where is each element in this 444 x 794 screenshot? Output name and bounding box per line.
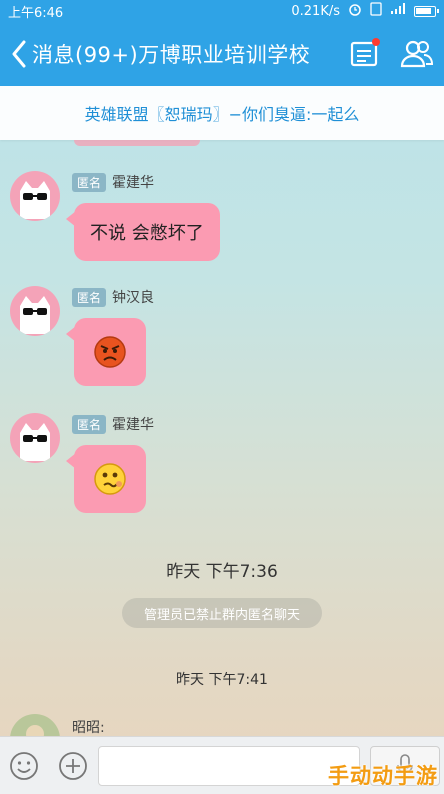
message-text: 不说 会憋坏了 (90, 223, 204, 244)
message-input[interactable] (98, 746, 360, 786)
banner-text: 英雄联盟〖恕瑞玛〗−你们臭逼:一起么 (84, 105, 360, 124)
notification-dot (372, 38, 380, 46)
angry-face-emoji-icon (94, 336, 126, 368)
anonymous-tag: 匿名 (72, 414, 107, 434)
system-notice: 管理员已禁止群内匿名聊天 (122, 598, 322, 628)
avatar[interactable] (10, 286, 60, 336)
cat-sunglasses-avatar-icon (20, 296, 50, 334)
header-actions (348, 36, 434, 70)
chevron-left-icon (12, 40, 26, 68)
avatar[interactable] (10, 413, 60, 463)
emoji-button[interactable] (8, 750, 40, 782)
sender-name: 霍建华 (112, 175, 155, 191)
sender-name: 昭昭: (72, 720, 105, 736)
message-meta: 匿名 钟汉良 (72, 287, 154, 307)
message-bubble[interactable] (66, 445, 146, 513)
message-bubble[interactable]: 不说 会憋坏了 (66, 203, 220, 261)
chat-title: 消息(99+)万博职业培训学校 (32, 43, 311, 67)
group-notice-button[interactable] (348, 36, 382, 70)
avatar[interactable] (10, 171, 60, 221)
message-bubble[interactable] (66, 318, 146, 386)
anonymous-tag: 匿名 (72, 287, 107, 307)
sender-name: 霍建华 (112, 417, 155, 433)
signal-icon (390, 3, 406, 19)
anonymous-tag: 匿名 (72, 172, 107, 192)
message-meta: 匿名 霍建华 (72, 414, 154, 434)
sender-name: 钟汉良 (112, 290, 155, 306)
chat-header: 消息(99+)万博职业培训学校 (0, 22, 444, 86)
battery-icon (414, 5, 439, 17)
plus-icon (59, 752, 87, 780)
sim-icon (370, 2, 382, 20)
smiley-icon (10, 752, 38, 780)
status-time: 上午6:46 (8, 5, 64, 21)
timestamp: 昨天 下午7:41 (176, 672, 268, 688)
message-meta: 匿名 霍建华 (72, 172, 154, 192)
status-bar: 上午6:46 0.21K/s (0, 0, 444, 22)
add-button[interactable] (57, 750, 89, 782)
pinned-banner[interactable]: 英雄联盟〖恕瑞玛〗−你们臭逼:一起么 (0, 86, 444, 140)
alarm-icon (348, 2, 362, 20)
cat-sunglasses-avatar-icon (20, 423, 50, 461)
smirk-face-emoji-icon (94, 463, 126, 495)
message-meta: 昭昭: (72, 717, 105, 737)
bubble-edge (74, 140, 200, 146)
network-speed: 0.21K/s (291, 3, 340, 19)
status-right: 0.21K/s (291, 2, 439, 20)
back-button[interactable] (6, 34, 32, 74)
group-members-icon (400, 40, 434, 68)
cat-sunglasses-avatar-icon (20, 181, 50, 219)
timestamp: 昨天 下午7:36 (166, 562, 278, 582)
group-members-button[interactable] (400, 36, 434, 70)
site-watermark: 手动动手游 (328, 764, 438, 788)
system-notice-text: 管理员已禁止群内匿名聊天 (143, 607, 300, 623)
